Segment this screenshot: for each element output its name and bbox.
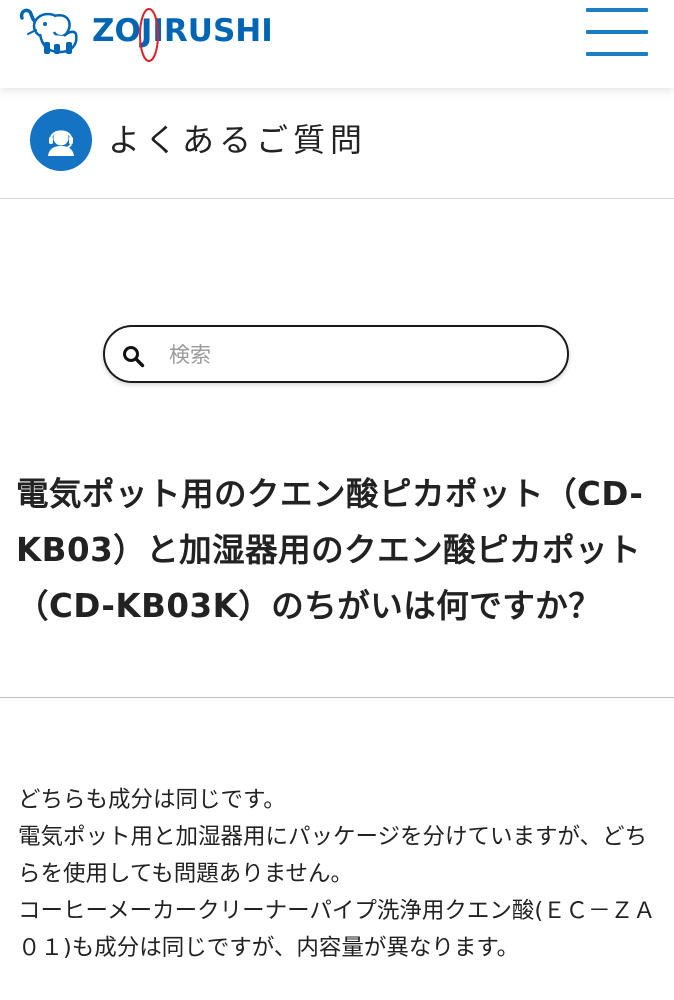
zojirushi-logo[interactable]: ZOJIRUSHI bbox=[18, 6, 278, 62]
hamburger-menu-icon bbox=[586, 8, 648, 12]
menu-bar-middle bbox=[586, 30, 648, 34]
answer-line: どちらも成分は同じです。 bbox=[18, 787, 286, 813]
search-input[interactable] bbox=[167, 335, 551, 375]
question-title: 電気ポット用のクエン酸ピカポット（CD-KB03）と加湿器用のクエン酸ピカポット… bbox=[16, 475, 644, 625]
support-headset-icon bbox=[30, 109, 92, 171]
logo-wordmark: ZOJIRUSHI bbox=[92, 12, 273, 49]
search-box[interactable] bbox=[103, 325, 569, 383]
menu-button[interactable] bbox=[586, 8, 648, 56]
answer-body: どちらも成分は同じです。 電気ポット用と加湿器用にパッケージを分けていますが、ど… bbox=[18, 782, 664, 967]
logo-red-ring bbox=[139, 8, 159, 62]
answer-line: 電気ポット用と加湿器用にパッケージを分けていますが、どちらを使用しても問題ありま… bbox=[18, 824, 648, 887]
site-header: ZOJIRUSHI bbox=[0, 0, 674, 88]
page-title: よくあるご質問 bbox=[108, 121, 368, 159]
elephant-icon bbox=[19, 8, 78, 54]
section-header: よくあるご質問 bbox=[0, 88, 674, 199]
menu-bar-bottom bbox=[586, 52, 648, 56]
search-icon[interactable] bbox=[121, 344, 145, 368]
answer-line: コーヒーメーカークリーナーパイプ洗浄用クエン酸(ＥＣ－ＺＡ０１)も成分は同じです… bbox=[18, 898, 656, 961]
divider bbox=[0, 697, 674, 698]
